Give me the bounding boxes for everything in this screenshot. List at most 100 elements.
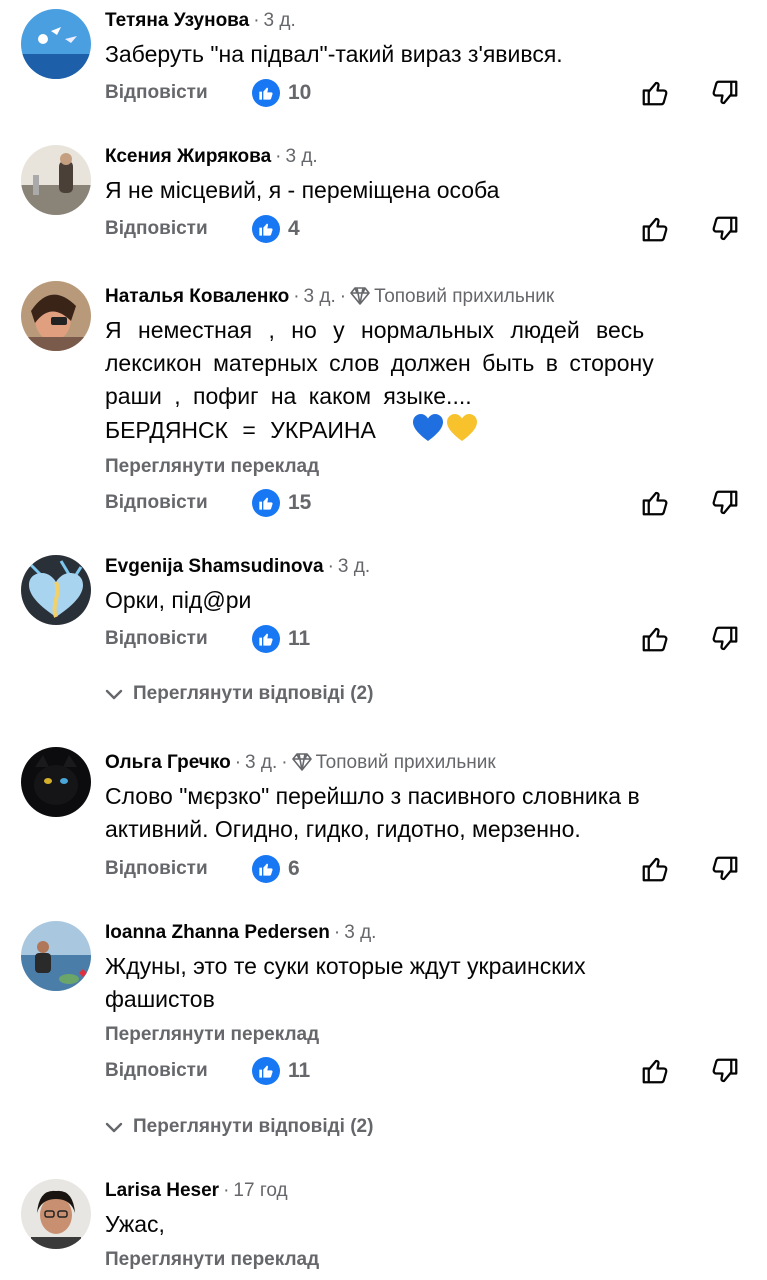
reaction-summary[interactable]: 11 (252, 1057, 310, 1085)
thumb-down-icon[interactable] (710, 854, 740, 884)
thumb-down-icon[interactable] (710, 1056, 740, 1086)
avatar[interactable] (21, 281, 91, 351)
view-replies-label: Переглянути відповіді (2) (133, 683, 374, 704)
timestamp[interactable]: 17 год (233, 1180, 287, 1201)
author-name[interactable]: Наталья Коваленко (105, 286, 289, 307)
avatar[interactable] (21, 9, 91, 79)
thumb-up-icon[interactable] (640, 78, 670, 108)
thumb-up-icon[interactable] (640, 488, 670, 518)
comments-feed: Тетяна Узунова · 3 д. Заберуть "на підвал"… (0, 0, 767, 1280)
reply-button[interactable]: Відповісти (105, 1058, 208, 1084)
comment-actions: Відповісти 11 (0, 1053, 767, 1089)
timestamp[interactable]: 3 д. (344, 922, 376, 943)
chevron-down-icon (105, 689, 123, 700)
avatar[interactable] (21, 555, 91, 625)
separator-dot: · (253, 10, 260, 31)
reaction-summary[interactable]: 11 (252, 625, 310, 653)
comment-actions: Відповісти 10 (0, 75, 767, 111)
like-badge-icon (252, 1057, 280, 1085)
comment-text: Ждуны, это те суки которые ждут украинск… (105, 950, 739, 1016)
see-translation-link[interactable]: Переглянути переклад (105, 1022, 319, 1048)
reply-button[interactable]: Відповісти (105, 80, 208, 106)
separator-dot: · (275, 146, 282, 167)
timestamp[interactable]: 3 д. (264, 10, 296, 31)
comment-header: Наталья Коваленко · 3 д. · Топовий прихильни… (105, 284, 554, 310)
badge-label: Топовий прихильник (315, 752, 496, 773)
comment-header: Ольга Гречко · 3 д. · Топовий прихильник (105, 750, 496, 776)
comment-line: раши , пофиг на каком языке.... (105, 383, 472, 409)
view-replies-button[interactable]: Переглянути відповіді (2) (105, 1113, 373, 1141)
thumb-down-icon[interactable] (710, 488, 740, 518)
reaction-summary[interactable]: 4 (252, 215, 300, 243)
reply-button[interactable]: Відповісти (105, 216, 208, 242)
author-name[interactable]: Ioanna Zhanna Pedersen (105, 922, 330, 943)
reaction-summary[interactable]: 10 (252, 79, 311, 107)
like-badge-icon (252, 625, 280, 653)
timestamp[interactable]: 3 д. (245, 752, 277, 773)
thumb-down-icon[interactable] (710, 78, 740, 108)
comment-line: Орки, під@ри (105, 587, 252, 613)
yellow-heart-icon (446, 413, 478, 452)
comment-line-row: БЕРДЯНСК = УКРАИНА (105, 413, 739, 452)
comment-line: Я неместная , но у нормальных людей весь (105, 317, 645, 343)
see-translation-link[interactable]: Переглянути переклад (105, 454, 319, 480)
timestamp[interactable]: 3 д. (286, 146, 318, 167)
comment-text: Слово "мєрзко" перейшло з пасивного слов… (105, 780, 739, 846)
top-fan-badge[interactable]: Топовий прихильник (350, 284, 554, 313)
chevron-down-icon (105, 1122, 123, 1133)
diamond-icon (291, 753, 312, 779)
comment-text: Я не місцевий, я - переміщена особа (105, 174, 739, 207)
separator-dot: · (333, 922, 341, 943)
comment-line: Ждуны, это те суки которые ждут украинск… (105, 953, 586, 979)
comment-line: Заберуть "на підвал"-такий вираз з'явивс… (105, 41, 563, 67)
top-fan-badge[interactable]: Топовий прихильник (291, 750, 496, 779)
like-count: 6 (288, 857, 300, 880)
comment-line: лексикон матерных слов должен быть в сто… (105, 350, 654, 376)
see-translation-link[interactable]: Переглянути переклад (105, 1247, 319, 1273)
thumb-down-icon[interactable] (710, 624, 740, 654)
comment-header: Ксения Жирякова · 3 д. (105, 144, 318, 170)
avatar[interactable] (21, 921, 91, 991)
like-badge-icon (252, 855, 280, 883)
author-name[interactable]: Тетяна Узунова (105, 10, 249, 31)
comment-line: активний. Огидно, гидко, гидотно, мерзен… (105, 816, 581, 842)
comment-text: Ужас, (105, 1208, 739, 1241)
comment-line: БЕРДЯНСК = УКРАИНА (105, 417, 376, 443)
avatar[interactable] (21, 747, 91, 817)
thumb-down-icon[interactable] (710, 214, 740, 244)
blue-heart-icon (412, 413, 444, 452)
badge-label: Топовий прихильник (374, 286, 555, 307)
reaction-summary[interactable]: 6 (252, 855, 300, 883)
comment-line: Ужас, (105, 1211, 165, 1237)
separator-dot: · (234, 752, 242, 773)
timestamp[interactable]: 3 д. (304, 286, 336, 307)
author-name[interactable]: Ксения Жирякова (105, 146, 271, 167)
comment-actions: Відповісти 11 (0, 621, 767, 657)
author-name[interactable]: Evgenija Shamsudinova (105, 556, 324, 577)
author-name[interactable]: Larisa Heser (105, 1180, 219, 1201)
thumb-up-icon[interactable] (640, 854, 670, 884)
comment-header: Larisa Heser · 17 год (105, 1178, 288, 1204)
reply-button[interactable]: Відповісти (105, 856, 208, 882)
comment-line: Слово "мєрзко" перейшло з пасивного слов… (105, 783, 640, 809)
separator-dot: · (339, 286, 347, 307)
thumb-up-icon[interactable] (640, 1056, 670, 1086)
author-name[interactable]: Ольга Гречко (105, 752, 231, 773)
separator-dot: · (223, 1180, 230, 1201)
comment-actions: Відповісти 15 (0, 485, 767, 521)
separator-dot: · (281, 752, 288, 773)
like-count: 11 (288, 1059, 311, 1082)
diamond-icon (350, 287, 370, 313)
view-replies-label: Переглянути відповіді (2) (133, 1116, 374, 1137)
reaction-summary[interactable]: 15 (252, 489, 311, 517)
thumb-up-icon[interactable] (640, 214, 670, 244)
avatar[interactable] (21, 1179, 91, 1249)
like-badge-icon (252, 79, 280, 107)
timestamp[interactable]: 3 д. (338, 556, 370, 577)
avatar[interactable] (21, 145, 91, 215)
reply-button[interactable]: Відповісти (105, 490, 208, 516)
view-replies-button[interactable]: Переглянути відповіді (2) (105, 680, 373, 708)
thumb-up-icon[interactable] (640, 624, 670, 654)
comment-line: Я не місцевий, я - переміщена особа (105, 177, 500, 203)
reply-button[interactable]: Відповісти (105, 626, 208, 652)
